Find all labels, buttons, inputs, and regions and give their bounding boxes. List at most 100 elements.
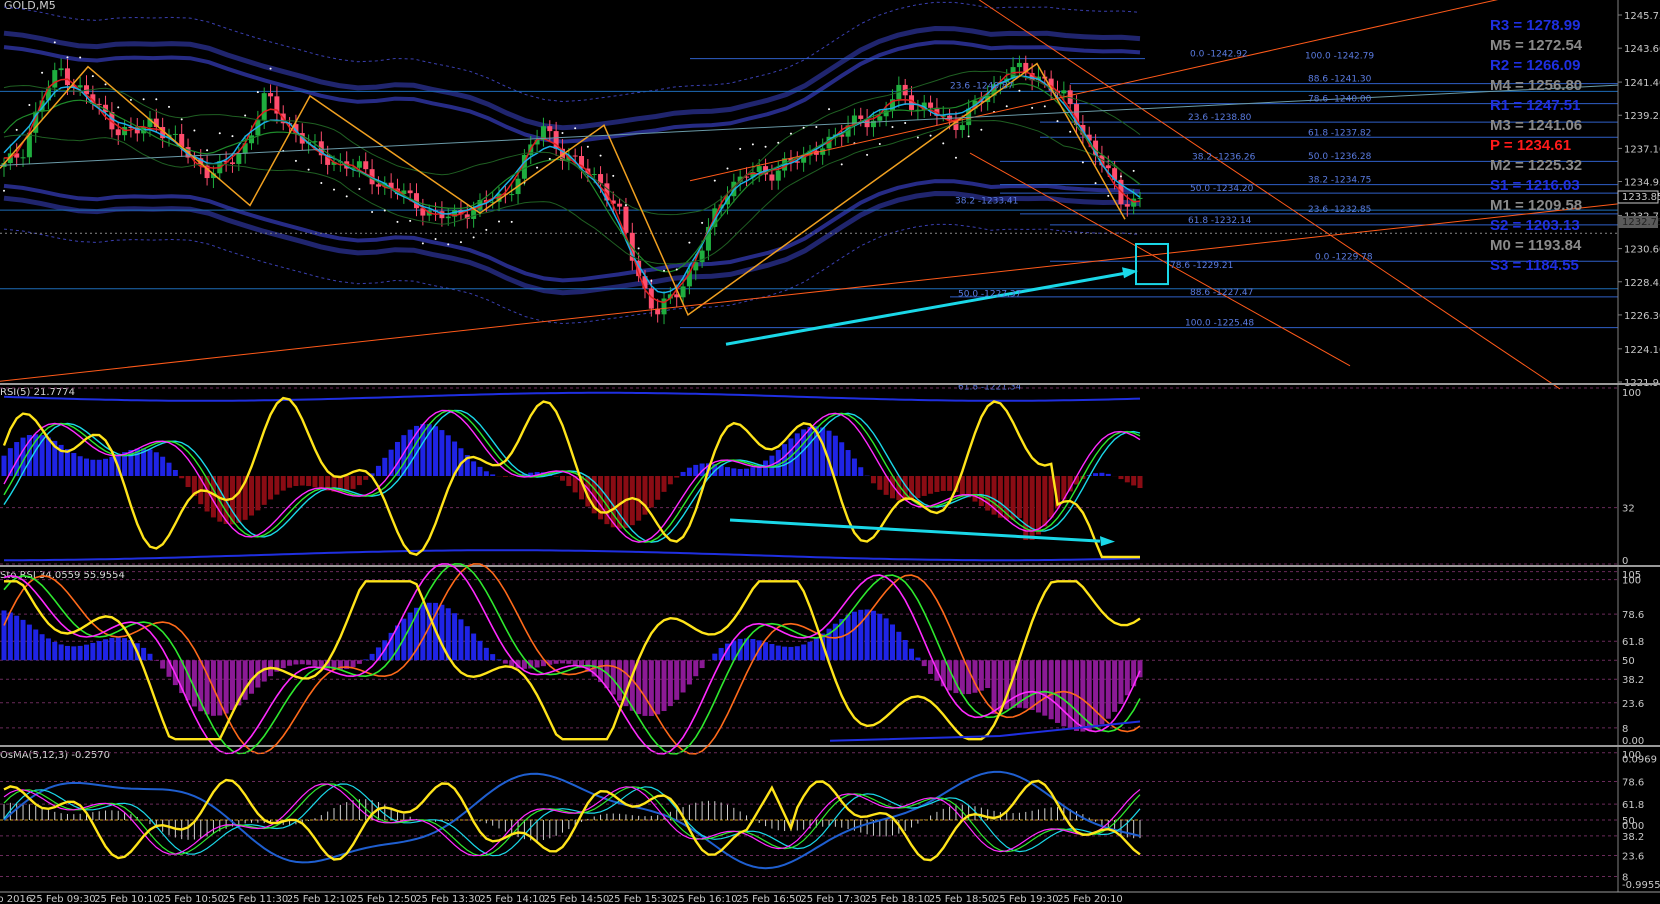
psar-dot [1107, 194, 1110, 197]
stoch-hist-bar [1061, 660, 1067, 727]
candle-body [1016, 62, 1022, 68]
stoch-rsi-panel: Sto RSI 34.0559 55.9554 10510078.661.850… [0, 563, 1644, 755]
price-tick: 1226.30 [1624, 311, 1660, 322]
stoch-hist-bar [185, 660, 191, 701]
stoch-hist-bar [763, 642, 769, 661]
fib-label: 23.6 -1238.80 [1188, 113, 1252, 123]
time-label: 25 Feb 10:10 [94, 894, 160, 904]
rsi-hist-bar [45, 437, 51, 476]
stoch-hist-bar [204, 660, 210, 715]
candle-body [680, 286, 686, 298]
psar-dot [15, 128, 18, 131]
axis-tick: 38.2 [1622, 832, 1644, 843]
stoch-hist-bar [96, 640, 102, 661]
stoch-hist-bar [1035, 660, 1041, 713]
stoch-hist-bar [350, 660, 356, 668]
psar-dot [815, 126, 818, 129]
time-axis: 25 Feb 201625 Feb 09:3025 Feb 10:1025 Fe… [0, 894, 1123, 904]
candle-body [268, 93, 274, 97]
stoch-hist-bar [160, 660, 166, 669]
rsi-hist-bar [674, 476, 680, 478]
stoch-hist-bar [312, 660, 318, 666]
candle-body [77, 85, 83, 88]
stoch-hist-bar [991, 660, 997, 715]
rsi-hist-bar [947, 476, 953, 491]
stoch-hist-bar [870, 610, 876, 661]
stoch-hist-bar [26, 624, 32, 661]
psar-dot [980, 128, 983, 131]
axis-tick: 38.2 [1622, 675, 1644, 686]
osma-panel: OsMA(5,12,3) -0.2570 1000.096978.661.850… [0, 750, 1660, 891]
psar-dot [231, 135, 234, 138]
time-label: 25 Feb 20:10 [1057, 894, 1123, 904]
axis-tick: 23.6 [1622, 852, 1644, 863]
rsi-hist-bar [166, 462, 172, 476]
candle-body [58, 68, 64, 71]
stoch-hist-bar [369, 653, 375, 661]
psar-dot [1031, 106, 1034, 109]
rsi-hist-bar [686, 467, 692, 476]
stoch-hist-bar [559, 660, 565, 664]
candle-body [1124, 204, 1130, 207]
stoch-hist-bar [674, 660, 680, 700]
psar-dot [510, 220, 513, 223]
stoch-hist-bar [1023, 660, 1029, 709]
pivot-level: M0 = 1193.84 [1490, 237, 1582, 254]
axis-tick: 0.00 [1622, 736, 1644, 747]
psar-dot [726, 167, 729, 170]
psar-dot [1069, 130, 1072, 133]
psar-dot [41, 71, 44, 74]
rsi-hist-bar [109, 456, 115, 476]
psar-dot [739, 147, 742, 150]
time-label: 25 Feb 2016 [0, 894, 32, 904]
fib-label: 61.8 -1232.14 [1188, 216, 1252, 226]
stoch-axis: 10510078.661.85038.223.680.00 [1622, 570, 1644, 747]
stoch-hist-bar [1086, 660, 1092, 731]
rsi-hist-bar [255, 476, 261, 511]
psar-dot [1056, 120, 1059, 123]
candle-body [1061, 90, 1067, 94]
candle-body [617, 203, 623, 207]
pivot-level: M1 = 1209.58 [1490, 197, 1582, 214]
stoch-hist-bar [915, 657, 921, 661]
psar-dot [1018, 89, 1021, 92]
rsi-hist-bar [1035, 476, 1041, 535]
stoch-hist-bar [20, 619, 26, 661]
stoch-hist-bar [90, 642, 96, 661]
rsi-hist-bar [655, 476, 661, 500]
axis-tick: 8 [1622, 724, 1628, 735]
rsi-hist-bar [502, 476, 508, 477]
stoch-hist-bar [813, 637, 819, 661]
stoch-hist-bar [103, 639, 109, 661]
rsi-hist-bar [433, 426, 439, 476]
rsi-hist-bar [750, 467, 756, 476]
psar-dot [1119, 175, 1122, 178]
candle-body [769, 174, 775, 181]
stoch-hist-bar [896, 631, 902, 661]
stoch-hist-bar [496, 659, 502, 661]
stoch-hist-bar [33, 629, 39, 661]
price-tick: 1228.45 [1624, 278, 1660, 289]
rsi-hist-bar [915, 476, 921, 499]
price-tick: 1237.10 [1624, 144, 1660, 155]
candle-body [1105, 165, 1111, 169]
rsi-hist-bar [845, 450, 851, 476]
psar-dot [713, 179, 716, 182]
rsi-hist-bar [737, 469, 743, 476]
stoch-hist-bar [782, 646, 788, 661]
psar-dot [828, 108, 831, 111]
stoch-hist-bar [287, 660, 293, 666]
fib-label: 0.0 -1229.78 [1315, 252, 1373, 262]
time-label: 25 Feb 16:10 [672, 894, 738, 904]
stoch-hist-bar [959, 660, 965, 695]
psar-dot [447, 243, 450, 246]
pivot-level: R2 = 1266.09 [1490, 57, 1581, 74]
pivot-level: S1 = 1216.03 [1490, 177, 1580, 194]
stoch-hist-bar [699, 660, 705, 669]
time-label: 25 Feb 12:50 [351, 894, 417, 904]
psar-dot [624, 204, 627, 207]
rsi-hist-bar [477, 466, 483, 476]
stoch-hist-bar [39, 634, 45, 661]
rsi-hist-bar [832, 435, 838, 476]
stoch-hist-bar [502, 660, 508, 664]
